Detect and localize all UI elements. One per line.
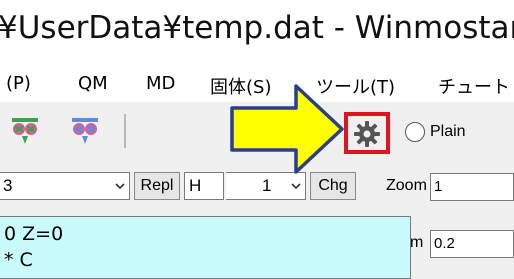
chg-button[interactable]: Chg bbox=[310, 172, 356, 200]
editor-line: * C bbox=[4, 249, 33, 271]
number-combo[interactable]: 1 bbox=[226, 172, 306, 200]
molecule-view-icon[interactable] bbox=[8, 116, 42, 146]
zoom-input[interactable]: 1 bbox=[430, 173, 514, 201]
plain-radio-option[interactable]: Plain bbox=[405, 120, 466, 144]
window-title: ¥UserData¥temp.dat - Winmostar( bbox=[0, 10, 514, 46]
coordinate-editor[interactable]: 0 Z=0 * C bbox=[0, 216, 411, 279]
annotation-arrow-icon bbox=[230, 84, 344, 174]
plain-radio-label: Plain bbox=[430, 123, 466, 140]
chevron-down-icon bbox=[115, 183, 125, 190]
title-bar: ¥UserData¥temp.dat - Winmostar( bbox=[0, 0, 514, 70]
gear-icon[interactable] bbox=[353, 120, 381, 148]
number-combo-value: 1 bbox=[262, 176, 272, 195]
menu-item-qm[interactable]: QM bbox=[78, 73, 108, 94]
structure-combo[interactable]: 3 bbox=[0, 172, 130, 200]
atom-input[interactable]: 0.2 bbox=[430, 230, 514, 258]
structure-combo-value: 3 bbox=[3, 176, 13, 195]
menu-item-tutorial[interactable]: チュート bbox=[438, 73, 510, 99]
zoom-label: Zoom bbox=[386, 177, 427, 194]
settings-highlight-box[interactable] bbox=[344, 112, 390, 154]
menu-item-p[interactable]: (P) bbox=[6, 73, 31, 94]
element-combo-value: H bbox=[189, 176, 202, 195]
repl-button[interactable]: Repl bbox=[134, 172, 180, 200]
element-combo[interactable]: H bbox=[184, 172, 224, 200]
plain-radio-button[interactable] bbox=[405, 122, 425, 142]
molecule-view-alt-icon[interactable] bbox=[68, 116, 102, 146]
menu-item-md[interactable]: MD bbox=[146, 73, 175, 94]
chevron-down-icon bbox=[291, 183, 301, 190]
editor-line: 0 Z=0 bbox=[4, 223, 64, 245]
toolbar-separator bbox=[124, 114, 126, 148]
